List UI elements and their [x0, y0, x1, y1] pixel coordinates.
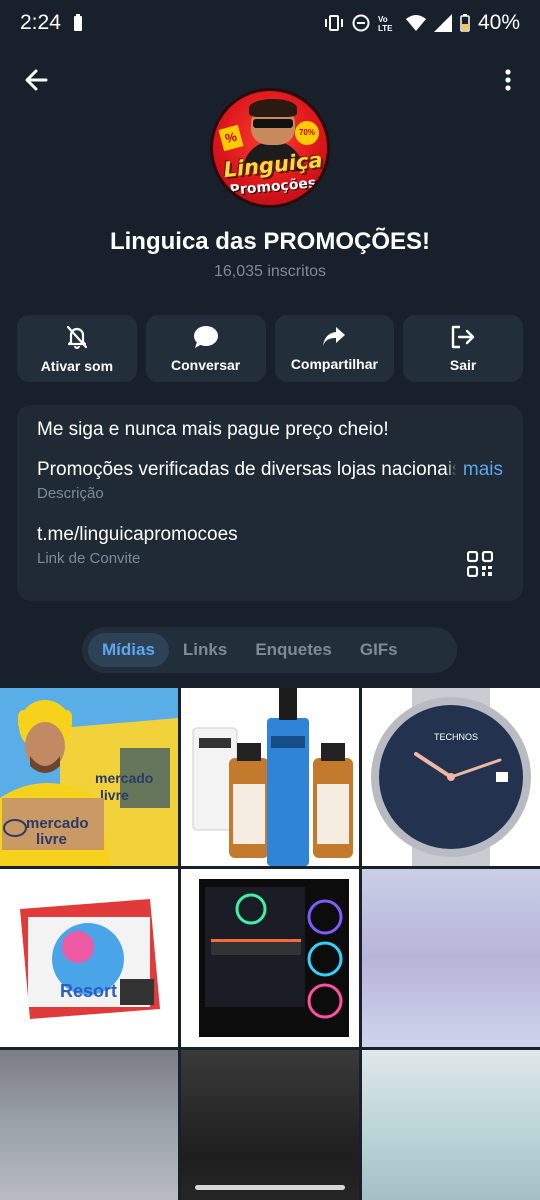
battery-saver-icon — [73, 14, 82, 31]
wifi-icon — [405, 15, 426, 31]
principia-products-image: . — [181, 688, 359, 866]
svg-text:TECHNOS: TECHNOS — [434, 732, 478, 742]
unmute-button[interactable]: Ativar som — [17, 315, 137, 382]
media-thumbnail[interactable] — [181, 869, 359, 1047]
channel-avatar[interactable]: % 70% Linguiça Promoções — [210, 88, 330, 208]
battery-percent: 40% — [477, 11, 520, 34]
media-tabs: Mídias Links Enquetes GIFs — [82, 627, 457, 673]
share-label: Compartilhar — [290, 355, 378, 372]
channel-title: Linguica das PROMOÇÕES! — [109, 228, 431, 255]
svg-text:livre: livre — [100, 787, 129, 803]
channel-description[interactable]: Promoções verificadas de diversas lojas … — [37, 459, 503, 481]
media-thumbnail[interactable]: . — [181, 688, 359, 866]
svg-text:mercado: mercado — [26, 815, 89, 832]
share-icon — [323, 326, 346, 346]
leave-label: Sair — [449, 356, 477, 373]
mercado-livre-image: mercado livre mercado livre — [0, 688, 178, 866]
dnd-icon — [352, 14, 370, 32]
svg-text:mercado: mercado — [95, 770, 153, 786]
home-indicator[interactable] — [195, 1185, 345, 1190]
chat-icon — [193, 325, 218, 348]
svg-text:Vo: Vo — [378, 15, 388, 24]
subscriber-count: 16,035 inscritos — [213, 263, 327, 280]
chat-label: Conversar — [170, 356, 241, 373]
description-caption: Descrição — [37, 485, 104, 502]
media-thumbnail[interactable] — [362, 869, 540, 1047]
arrow-left-icon — [25, 69, 48, 91]
media-thumbnail[interactable]: TECHNOS — [362, 688, 540, 866]
invite-link[interactable]: t.me/linguicapromocoes — [37, 524, 503, 546]
percent-badge: % — [218, 124, 244, 152]
signal-icon — [433, 14, 452, 32]
channel-bio: Me siga e nunca mais pague preço cheio! — [37, 419, 389, 440]
svg-text:Resort: Resort — [60, 981, 117, 1001]
chat-button[interactable]: Conversar — [145, 315, 266, 382]
tab-media[interactable]: Mídias — [88, 633, 169, 667]
switch-sports-image: Resort — [0, 869, 178, 1047]
exit-icon — [451, 325, 475, 348]
share-button[interactable]: Compartilhar — [274, 315, 395, 382]
more-link[interactable]: mais — [444, 459, 503, 481]
status-bar: 2:24 Vo LTE 40% — [0, 0, 540, 46]
invite-caption: Link de Convite — [37, 550, 141, 567]
media-thumbnail[interactable] — [0, 1050, 178, 1200]
media-thumbnail[interactable] — [362, 1050, 540, 1200]
tab-gifs[interactable]: GIFs — [346, 633, 412, 667]
media-thumbnail[interactable]: Resort — [0, 869, 178, 1047]
svg-text:LTE: LTE — [378, 24, 393, 32]
gaming-pc-image — [181, 869, 359, 1047]
back-button[interactable] — [18, 60, 58, 100]
bell-off-icon — [66, 325, 87, 349]
more-options-button[interactable] — [482, 60, 522, 100]
vibrate-icon — [324, 15, 343, 31]
promo-seal: 70% — [295, 121, 319, 145]
qr-code-icon — [466, 550, 494, 578]
technos-watch-image: TECHNOS — [362, 688, 540, 866]
media-thumbnail[interactable]: mercado livre mercado livre — [0, 688, 178, 866]
volte-icon: VoLTE — [378, 15, 393, 32]
tab-polls[interactable]: Enquetes — [241, 633, 346, 667]
action-buttons: Ativar som Conversar Compartilhar Sair — [17, 315, 523, 382]
qr-code-button[interactable] — [466, 550, 494, 578]
battery-icon — [460, 14, 470, 32]
channel-info-card: Me siga e nunca mais pague preço cheio! … — [17, 405, 523, 601]
unmute-label: Ativar som — [40, 357, 114, 374]
description-text: Promoções verificadas de diversas lojas … — [37, 459, 462, 480]
media-thumbnail[interactable] — [181, 1050, 359, 1200]
kebab-menu-icon — [505, 69, 511, 91]
leave-button[interactable]: Sair — [403, 315, 523, 382]
clock: 2:24 — [20, 11, 61, 34]
media-grid: mercado livre mercado livre . — [0, 688, 540, 1200]
tab-links[interactable]: Links — [169, 633, 241, 667]
svg-text:livre: livre — [36, 831, 67, 848]
sunglasses — [253, 119, 293, 128]
